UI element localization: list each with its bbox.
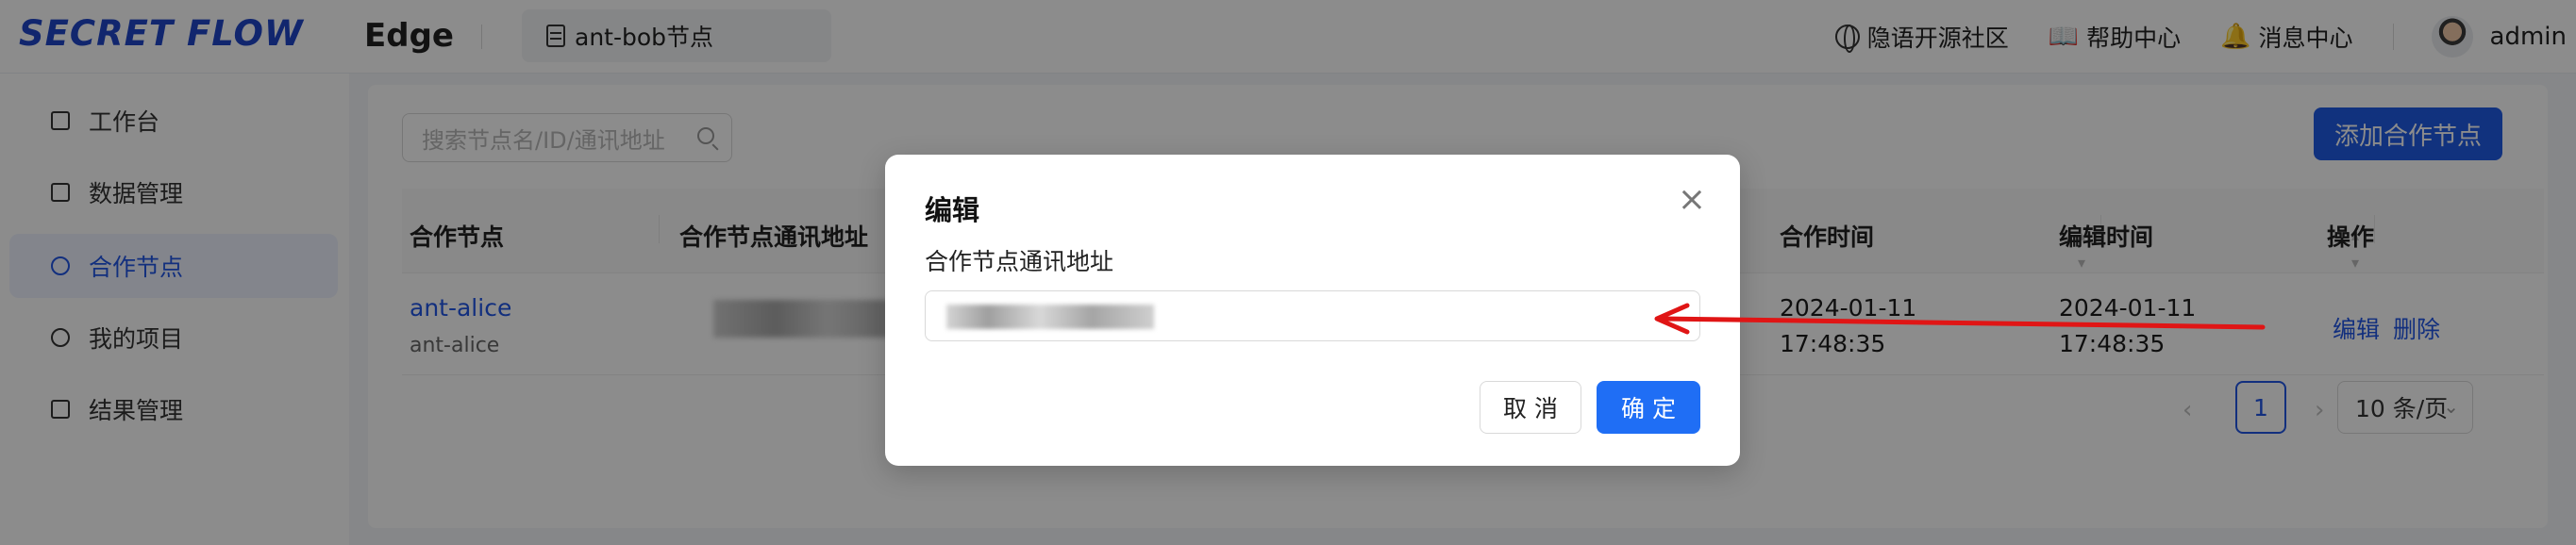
arrow-shaft bbox=[1660, 316, 2266, 330]
annotation-arrow bbox=[1654, 303, 2266, 335]
